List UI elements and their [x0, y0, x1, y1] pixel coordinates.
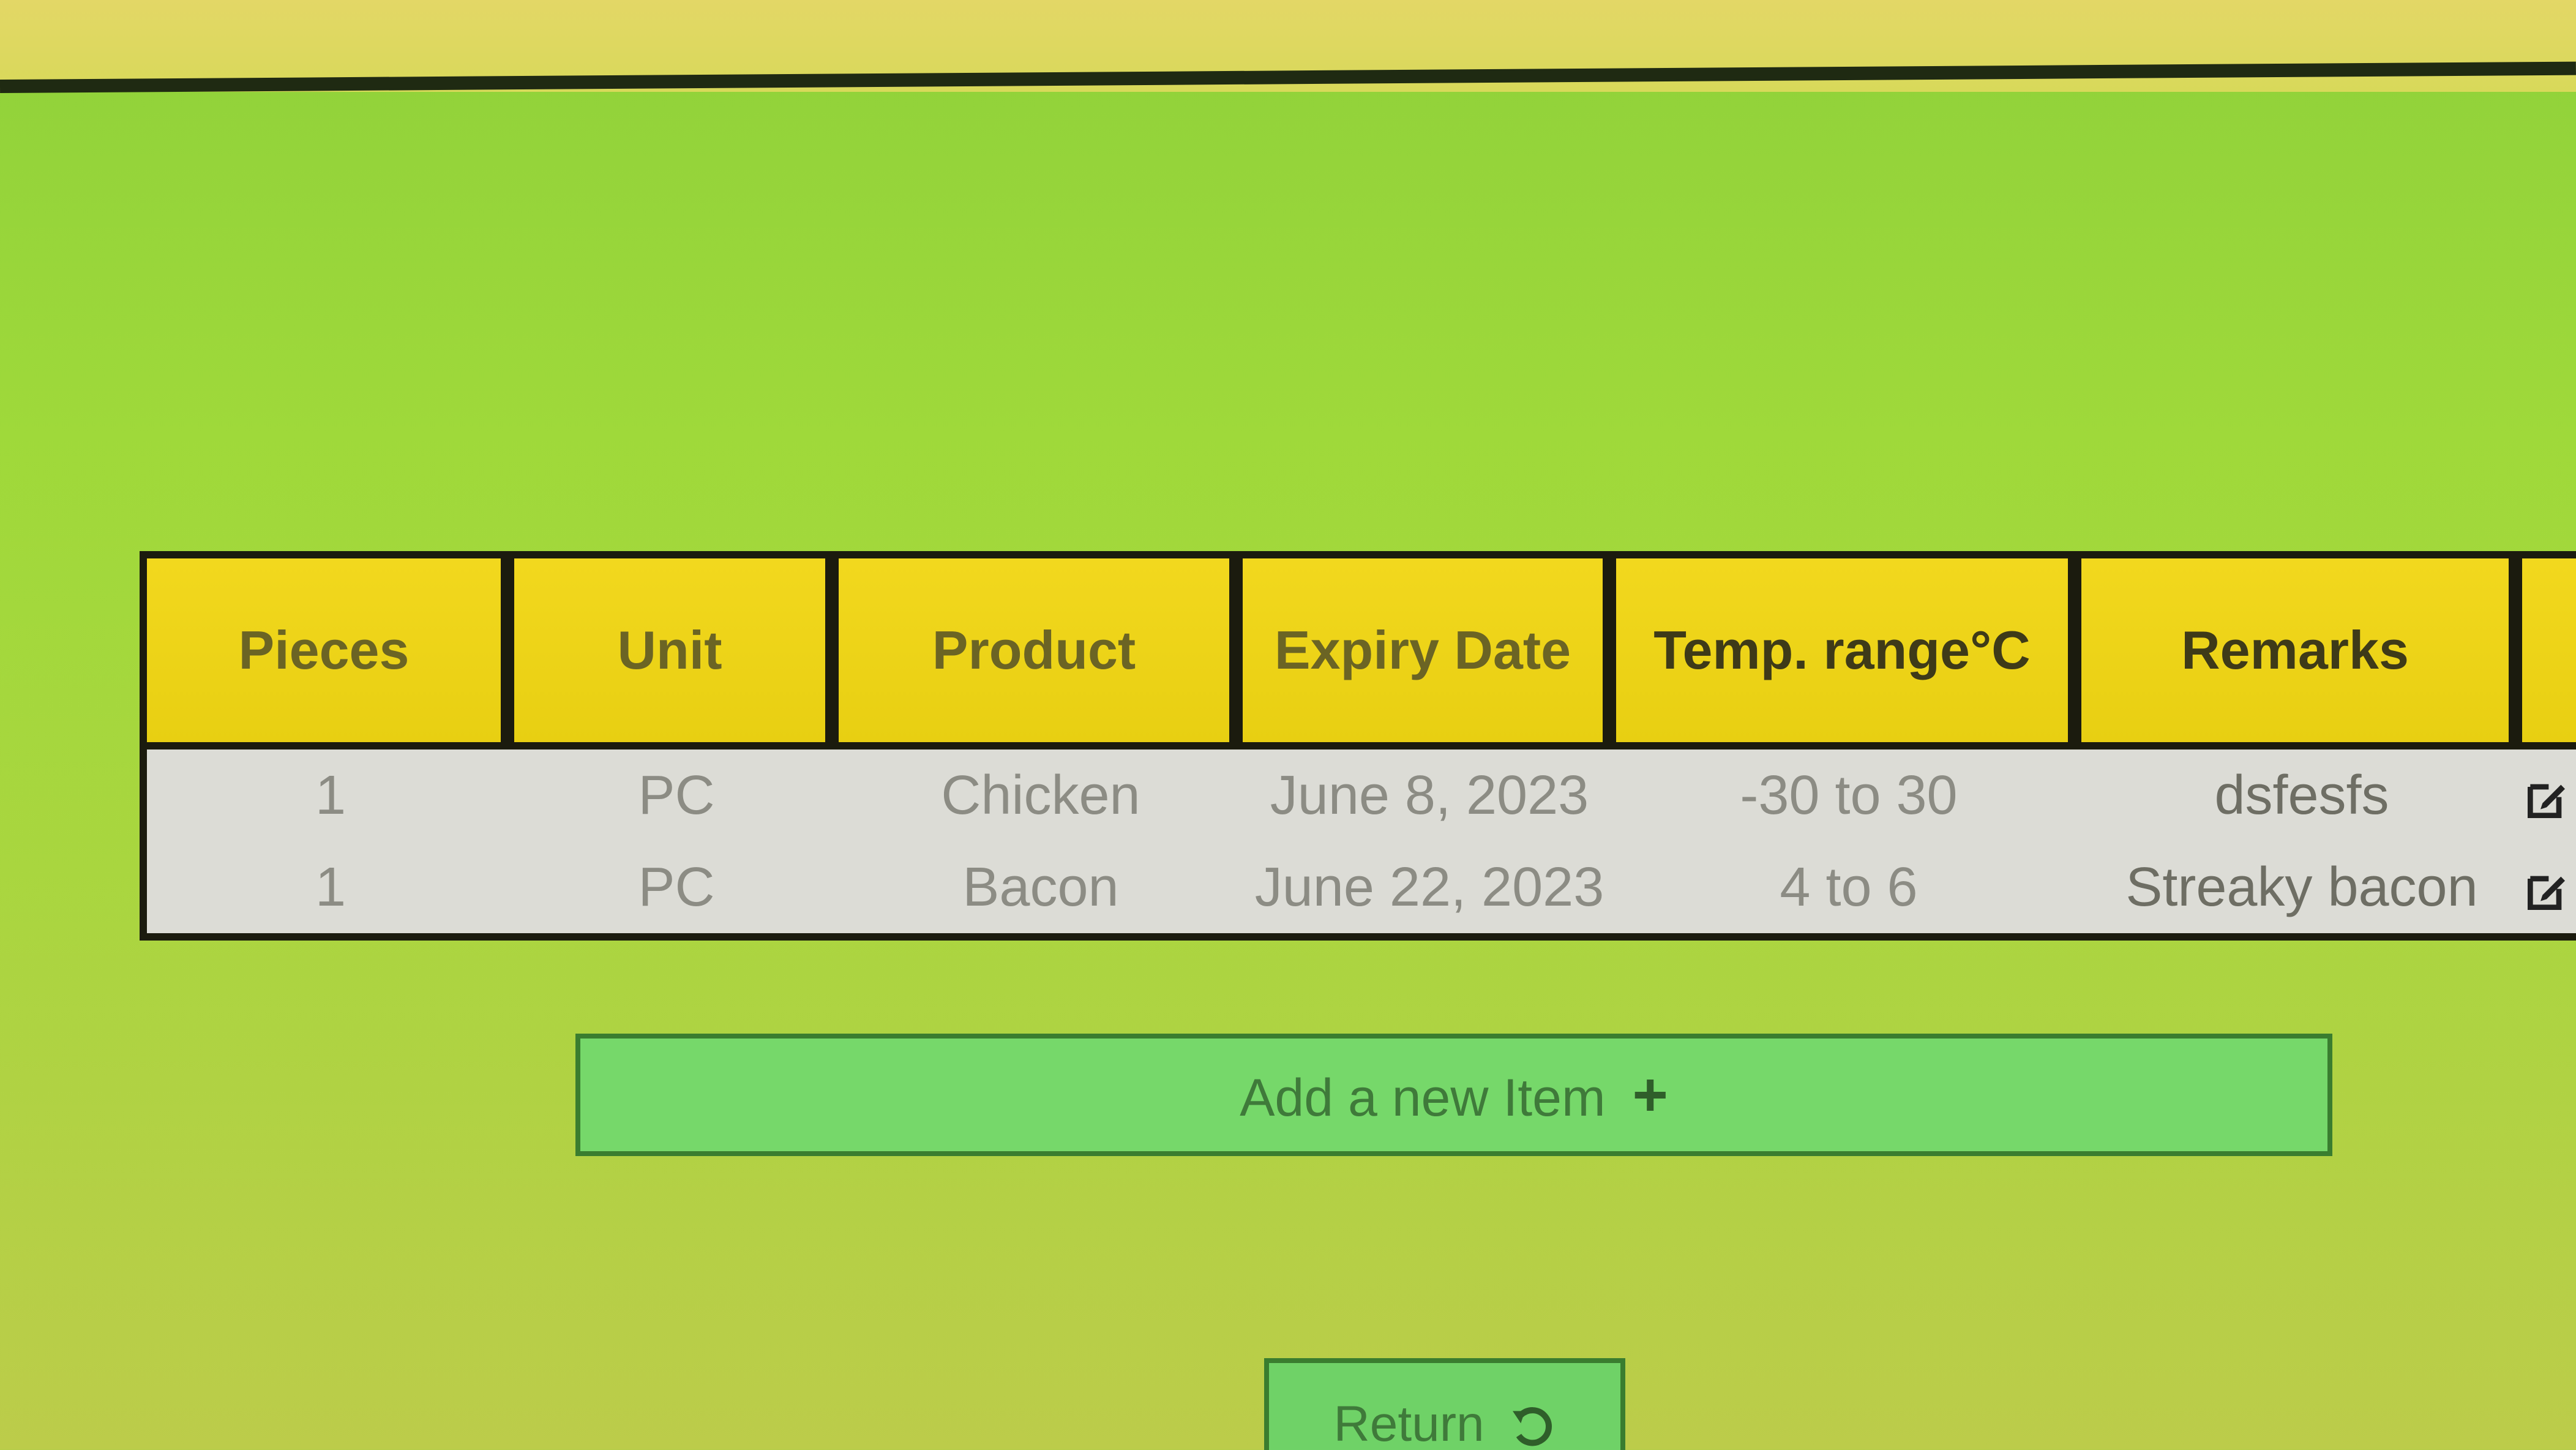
return-label: Return [1333, 1396, 1485, 1450]
cell-expiry: June 22, 2023 [1254, 856, 1604, 918]
cell-pieces: 1 [315, 764, 346, 826]
edit-icon[interactable] [2522, 866, 2571, 915]
header-remarks: Remarks [2081, 558, 2522, 749]
table-row: 1 PC Chicken June 8, 2023 -30 to 30 dsfe… [147, 749, 2576, 841]
cell-temp: -30 to 30 [1740, 764, 1958, 826]
cell-unit: PC [638, 856, 715, 918]
header-pieces: Pieces [147, 558, 514, 749]
header-temp-range: Temp. range°C [1616, 558, 2081, 749]
add-new-item-label: Add a new Item [1240, 1069, 1606, 1127]
cell-unit: PC [638, 764, 715, 826]
edit-icon[interactable] [2522, 775, 2571, 824]
cell-product: Bacon [962, 856, 1119, 918]
cell-edit [2522, 841, 2576, 933]
table-row: 1 PC Bacon June 22, 2023 4 to 6 Streaky … [147, 841, 2576, 933]
header-unit: Unit [514, 558, 839, 749]
cell-temp: 4 to 6 [1780, 856, 1918, 918]
add-new-item-button[interactable]: Add a new Item + [575, 1034, 2332, 1156]
cell-edit [2522, 749, 2576, 841]
plus-icon: + [1632, 1061, 1668, 1129]
undo-icon [1513, 1407, 1552, 1446]
items-table: Pieces Unit Product Expiry Date Temp. ra… [147, 558, 2576, 933]
items-table-container: Pieces Unit Product Expiry Date Temp. ra… [140, 551, 2576, 941]
cell-remarks: Streaky bacon [2125, 856, 2478, 918]
header-expiry-date: Expiry Date [1243, 558, 1616, 749]
header-actions [2522, 558, 2576, 749]
cell-product: Chicken [941, 764, 1140, 826]
cell-expiry: June 8, 2023 [1270, 764, 1589, 826]
header-product: Product [839, 558, 1243, 749]
cell-pieces: 1 [315, 856, 346, 918]
table-header-row: Pieces Unit Product Expiry Date Temp. ra… [147, 558, 2576, 749]
return-button[interactable]: Return [1264, 1358, 1625, 1450]
cell-remarks: dsfesfs [2214, 764, 2389, 826]
